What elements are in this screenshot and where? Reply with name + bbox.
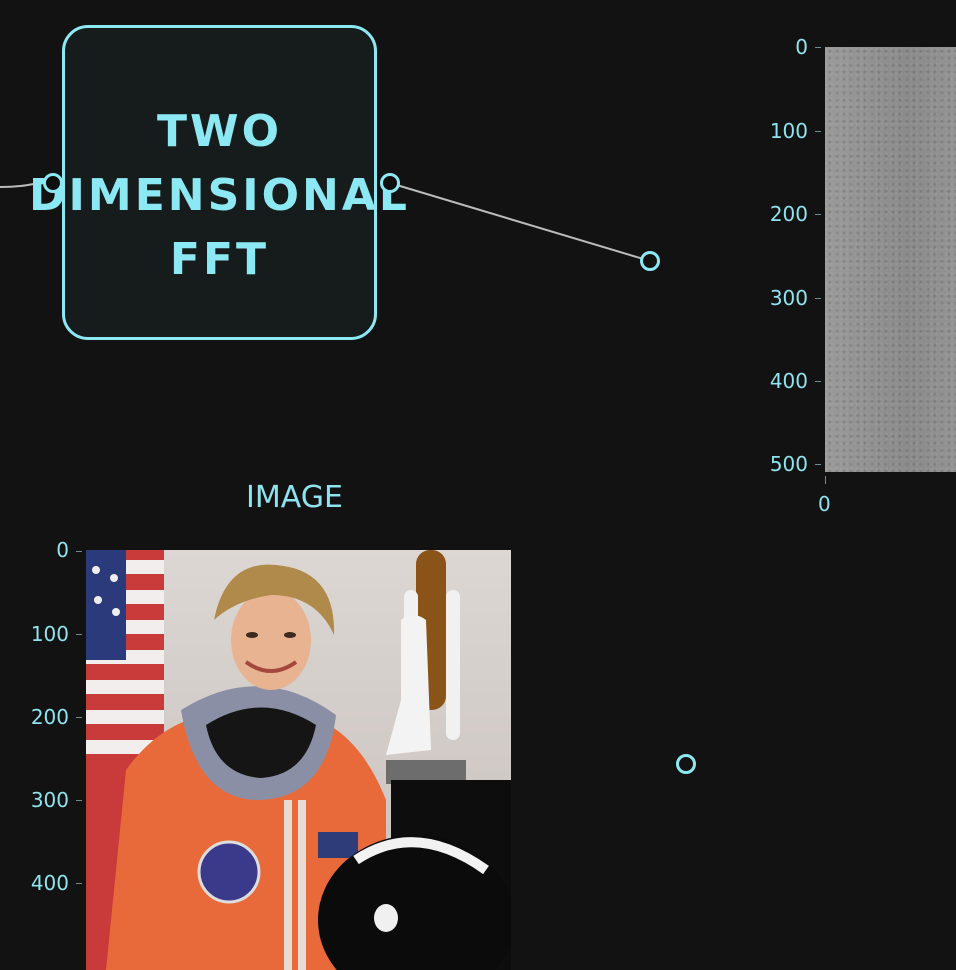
fft-y-tick: 400 (769, 369, 808, 393)
fft-x-tick: 0 (818, 492, 831, 516)
fft-y-tick-mark (815, 131, 821, 132)
fft-y-tick-mark (815, 47, 821, 48)
image-plot-title: IMAGE (246, 480, 343, 515)
fft-y-tick: 500 (769, 452, 808, 476)
fft-plot-input-port[interactable] (640, 251, 660, 271)
image-y-tick-mark (76, 800, 82, 801)
fft-y-tick: 300 (769, 286, 808, 310)
image-y-tick: 100 (30, 622, 69, 646)
fft-title-line-3: FFT (169, 234, 270, 285)
fft-y-tick: 200 (769, 202, 808, 226)
image-y-tick-mark (76, 883, 82, 884)
fft-x-tick-mark (825, 476, 826, 484)
image-y-tick-mark (76, 634, 82, 635)
image-y-tick: 200 (30, 705, 69, 729)
image-plot-output-port[interactable] (676, 754, 696, 774)
fft-node-title: TWO DIMENSIONAL FFT (25, 100, 414, 292)
image-y-tick: 400 (30, 871, 69, 895)
fft-input-port[interactable] (43, 173, 63, 193)
output-wire (389, 182, 651, 262)
fft-node[interactable]: TWO DIMENSIONAL FFT (29, 25, 407, 340)
fft-y-tick: 100 (769, 119, 808, 143)
fft-y-tick-mark (815, 298, 821, 299)
image-y-tick-mark (76, 551, 82, 552)
image-y-tick: 0 (56, 538, 69, 562)
fft-title-line-1: TWO (157, 106, 282, 157)
image-y-tick: 300 (30, 788, 69, 812)
fft-title-line-2: DIMENSIONAL (29, 170, 410, 221)
fft-y-tick: 0 (795, 35, 808, 59)
image-y-tick-mark (76, 717, 82, 718)
fft-magnitude-image (825, 47, 956, 472)
fft-y-tick-mark (815, 381, 821, 382)
fft-y-tick-mark (815, 214, 821, 215)
fft-y-tick-mark (815, 464, 821, 465)
astronaut-photo (86, 550, 511, 970)
fft-output-port[interactable] (380, 173, 400, 193)
